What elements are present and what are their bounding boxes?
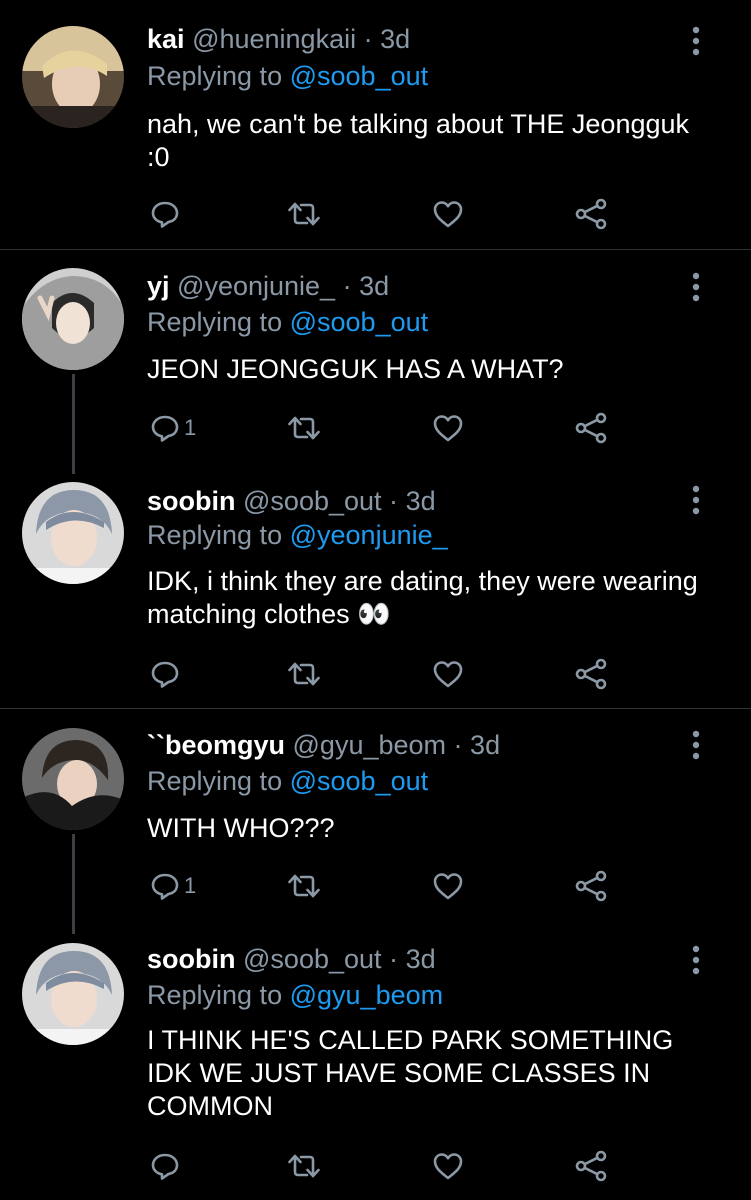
user-handle[interactable]: @yeonjunie_ — [177, 271, 335, 301]
avatar[interactable] — [22, 943, 124, 1045]
share-button[interactable] — [574, 870, 608, 902]
avatar[interactable] — [22, 728, 124, 830]
timestamp[interactable]: 3d — [406, 944, 436, 974]
reply-button[interactable]: 1 — [150, 871, 196, 901]
tweet[interactable]: soobin @soob_out · 3d Replying to @gyu_b… — [0, 931, 751, 1200]
retweet-button[interactable] — [287, 1151, 321, 1181]
retweet-icon — [287, 871, 321, 901]
retweet-button[interactable] — [287, 413, 321, 443]
replying-to-mention[interactable]: @gyu_beom — [290, 980, 444, 1010]
separator-dot: · — [363, 24, 373, 54]
more-vertical-icon[interactable] — [688, 730, 704, 760]
replying-to-mention[interactable]: @soob_out — [290, 61, 429, 91]
reply-icon — [150, 659, 180, 689]
user-handle[interactable]: @hueningkaii — [192, 24, 356, 54]
replying-to-mention[interactable]: @yeonjunie_ — [290, 520, 448, 550]
avatar[interactable] — [22, 482, 124, 584]
display-name[interactable]: soobin — [147, 486, 236, 516]
tweet-actions — [150, 198, 620, 230]
retweet-icon — [287, 1151, 321, 1181]
tweet[interactable]: yj @yeonjunie_ · 3d Replying to @soob_ou… — [0, 250, 751, 474]
avatar[interactable] — [22, 26, 124, 128]
display-name[interactable]: ``beomgyu — [147, 730, 285, 760]
tweet[interactable]: soobin @soob_out · 3d Replying to @yeonj… — [0, 472, 751, 707]
reply-icon — [150, 1151, 180, 1181]
share-button[interactable] — [574, 658, 608, 690]
tweet-text: I THINK HE'S CALLED PARK SOMETHING IDK W… — [147, 1025, 674, 1121]
share-button[interactable] — [574, 1150, 608, 1182]
separator-dot: · — [389, 486, 399, 516]
replying-to-label: Replying to — [147, 766, 283, 796]
reply-icon — [150, 199, 180, 229]
avatar[interactable] — [22, 268, 124, 370]
tweet-text: nah, we can't be talking about THE Jeong… — [147, 109, 690, 172]
like-button[interactable] — [432, 871, 464, 901]
reply-button[interactable] — [150, 659, 184, 689]
separator-dot: · — [453, 730, 463, 760]
replying-to-label: Replying to — [147, 520, 283, 550]
share-icon — [574, 412, 608, 444]
share-button[interactable] — [574, 198, 608, 230]
share-icon — [574, 198, 608, 230]
timestamp[interactable]: 3d — [380, 24, 410, 54]
tweet-actions — [150, 1150, 620, 1182]
share-icon — [574, 658, 608, 690]
replying-to-mention[interactable]: @soob_out — [290, 307, 429, 337]
timestamp[interactable]: 3d — [359, 271, 389, 301]
tweet[interactable]: ``beomgyu @gyu_beom · 3d Replying to @so… — [0, 709, 751, 934]
reply-icon — [150, 871, 180, 901]
heart-icon — [432, 413, 464, 443]
reply-button[interactable]: 1 — [150, 413, 196, 443]
replying-to-label: Replying to — [147, 307, 283, 337]
thread-line — [72, 374, 75, 474]
retweet-button[interactable] — [287, 871, 321, 901]
timestamp[interactable]: 3d — [406, 486, 436, 516]
tweet-text: IDK, i think they are dating, they were … — [147, 566, 698, 629]
user-handle[interactable]: @soob_out — [243, 944, 382, 974]
replying-to-label: Replying to — [147, 980, 283, 1010]
reply-button[interactable] — [150, 199, 184, 229]
tweet[interactable]: kai @hueningkaii · 3d Replying to @soob_… — [0, 0, 751, 249]
replying-to-mention[interactable]: @soob_out — [290, 766, 429, 796]
share-button[interactable] — [574, 412, 608, 444]
more-vertical-icon[interactable] — [688, 485, 704, 515]
reply-count: 1 — [184, 873, 197, 898]
retweet-button[interactable] — [287, 659, 321, 689]
replying-to-label: Replying to — [147, 61, 283, 91]
reply-icon — [150, 413, 180, 443]
user-handle[interactable]: @gyu_beom — [293, 730, 447, 760]
reply-button[interactable] — [150, 1151, 184, 1181]
heart-icon — [432, 1151, 464, 1181]
like-button[interactable] — [432, 413, 464, 443]
tweet-actions: 1 — [150, 412, 620, 444]
more-vertical-icon[interactable] — [688, 945, 704, 975]
like-button[interactable] — [432, 1151, 464, 1181]
reply-count: 1 — [184, 415, 197, 440]
retweet-button[interactable] — [287, 199, 321, 229]
user-handle[interactable]: @soob_out — [243, 486, 382, 516]
share-icon — [574, 1150, 608, 1182]
heart-icon — [432, 199, 464, 229]
timestamp[interactable]: 3d — [470, 730, 500, 760]
heart-icon — [432, 659, 464, 689]
share-icon — [574, 870, 608, 902]
heart-icon — [432, 871, 464, 901]
like-button[interactable] — [432, 659, 464, 689]
like-button[interactable] — [432, 199, 464, 229]
separator-dot: · — [342, 271, 352, 301]
retweet-icon — [287, 659, 321, 689]
more-vertical-icon[interactable] — [688, 272, 704, 302]
retweet-icon — [287, 199, 321, 229]
more-vertical-icon[interactable] — [688, 26, 704, 56]
tweet-actions: 1 — [150, 870, 620, 902]
display-name[interactable]: yj — [147, 271, 170, 301]
separator-dot: · — [389, 944, 399, 974]
display-name[interactable]: kai — [147, 24, 185, 54]
tweet-actions — [150, 658, 620, 690]
tweet-text: WITH WHO??? — [147, 813, 335, 843]
tweet-text: JEON JEONGGUK HAS A WHAT? — [147, 354, 564, 384]
retweet-icon — [287, 413, 321, 443]
display-name[interactable]: soobin — [147, 944, 236, 974]
thread-line — [72, 834, 75, 934]
